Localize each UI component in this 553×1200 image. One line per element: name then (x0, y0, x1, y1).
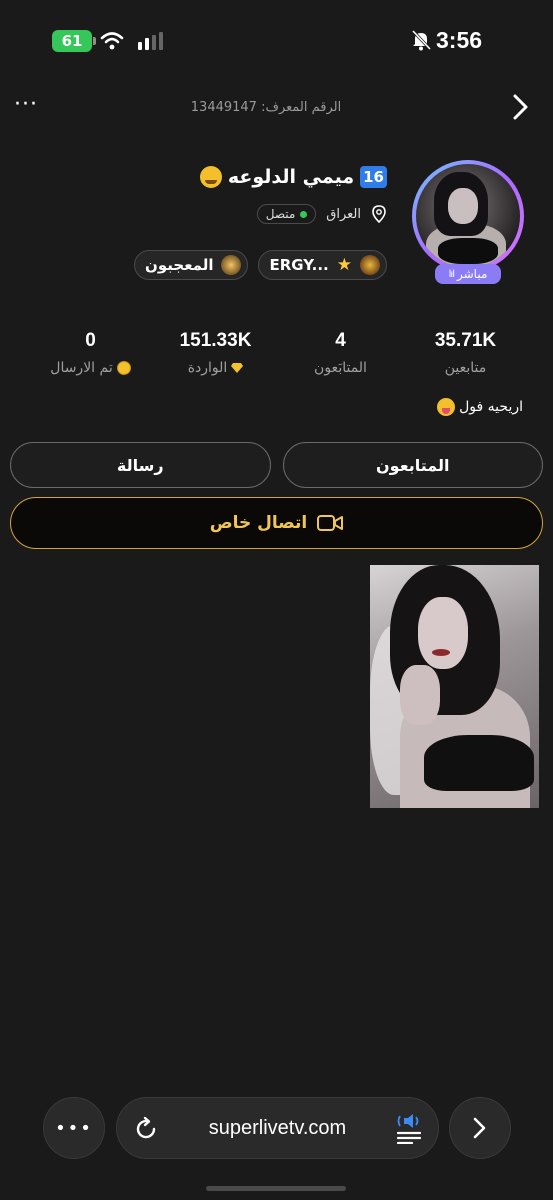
stat-followers[interactable]: 35.71K متابعين (403, 330, 528, 390)
badges-row: ★ ERGY... المعجبون (134, 250, 387, 280)
reload-icon[interactable] (133, 1116, 159, 1142)
coin-icon (116, 361, 131, 375)
online-label: متصل (265, 207, 296, 221)
location-row: العراق متصل (256, 204, 387, 224)
stat-label: الواردة (187, 360, 228, 376)
chevron-right-icon (473, 1117, 486, 1139)
live-badge: مباشر lıl (435, 264, 501, 284)
bio: اريحيه فول (437, 398, 523, 416)
status-bar: 61 3:56 (0, 0, 553, 80)
online-status: متصل (256, 204, 317, 224)
followers-button[interactable]: المتابعون (282, 442, 543, 488)
message-button[interactable]: رسالة (10, 442, 271, 488)
fans-badge-icon (221, 255, 242, 275)
user-id-label: الرقم المعرف: 13449147 (190, 100, 342, 115)
reader-mode-speaker-icon[interactable] (396, 1114, 422, 1144)
wifi-icon (100, 32, 124, 50)
stat-sent[interactable]: 0 تم الارسال (28, 330, 153, 390)
action-buttons-row: المتابعون رسالة (10, 442, 543, 488)
family-badge-icon (360, 255, 380, 275)
diamond-icon (231, 363, 244, 373)
stat-label: المتابَعون (314, 360, 367, 376)
browser-toolbar: ••• superlivetv.com (0, 1097, 553, 1159)
live-bars-icon: lıl (448, 268, 455, 280)
stat-value: 4 (335, 330, 346, 351)
fans-tag[interactable]: المعجبون (134, 250, 249, 280)
location-text: العراق (326, 206, 361, 222)
more-dots-icon: ••• (55, 1117, 93, 1139)
profile-name: ميمي الدلوعه (227, 166, 355, 188)
avatar-ring[interactable] (412, 160, 524, 272)
clock: 3:56 (436, 27, 483, 53)
level-badge: 16 (360, 166, 387, 188)
silent-bell-icon (411, 29, 432, 51)
location-pin-icon (372, 205, 386, 223)
profile-name-row: 16 ميمي الدلوعه (199, 166, 387, 188)
stats-row: 35.71K متابعين 4 المتابَعون 151.33K الوا… (28, 330, 528, 390)
star-icon: ★ (336, 255, 352, 275)
fans-tag-label: المعجبون (145, 256, 214, 274)
stat-label: متابعين (444, 360, 487, 376)
private-call-button[interactable]: اتصال خاص (10, 497, 543, 549)
more-options-button[interactable]: ··· (14, 92, 38, 117)
stat-received[interactable]: 151.33K الواردة (153, 330, 278, 390)
shushing-face-emoji-icon (199, 166, 222, 188)
private-call-label: اتصال خاص (209, 513, 308, 533)
stat-value: 0 (85, 330, 96, 351)
browser-more-button[interactable]: ••• (43, 1097, 105, 1159)
stat-value: 35.71K (434, 330, 497, 351)
online-dot-icon (300, 210, 308, 218)
avatar (416, 164, 520, 268)
battery-level: 61 (61, 32, 83, 50)
stat-following[interactable]: 4 المتابَعون (278, 330, 403, 390)
stat-label: تم الارسال (50, 360, 113, 376)
battery-indicator: 61 (52, 30, 96, 52)
family-tag-label: ERGY... (269, 256, 329, 274)
live-label: مباشر (456, 267, 488, 281)
url-text: superlivetv.com (208, 1116, 347, 1139)
stat-value: 151.33K (179, 330, 252, 351)
tongue-face-emoji-icon (437, 398, 456, 416)
bio-text: اريحيه فول (459, 399, 523, 415)
family-tag[interactable]: ★ ERGY... (258, 250, 387, 280)
home-indicator (206, 1186, 346, 1191)
chevron-right-icon[interactable] (509, 92, 533, 122)
browser-forward-button[interactable] (449, 1097, 511, 1159)
cellular-signal-icon (138, 32, 163, 50)
address-bar[interactable]: superlivetv.com (116, 1097, 439, 1159)
profile-photo[interactable] (370, 565, 539, 808)
video-camera-icon (317, 515, 344, 531)
